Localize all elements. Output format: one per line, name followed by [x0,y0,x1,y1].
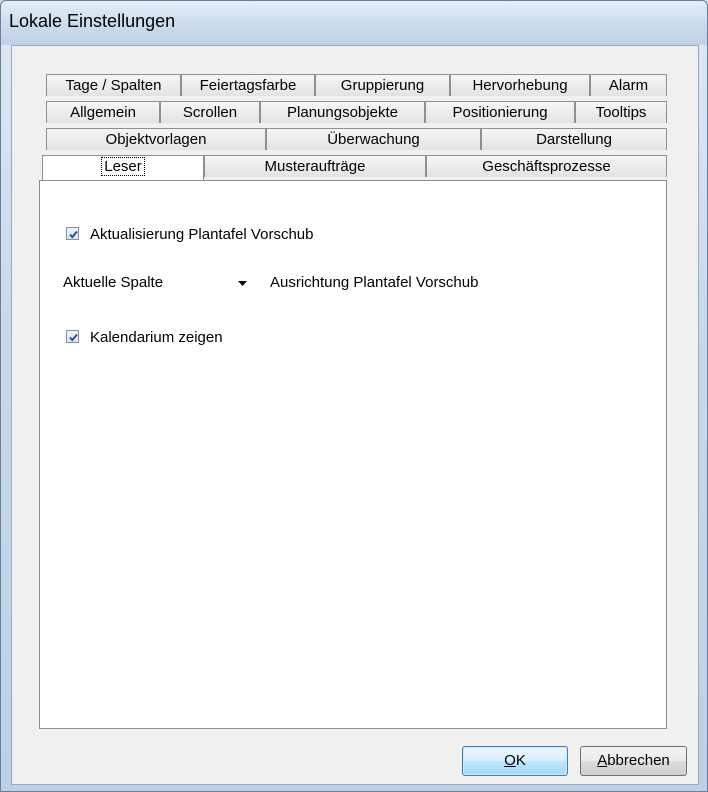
tab-gruppierung[interactable]: Gruppierung [315,74,450,96]
tab-leser[interactable]: Leser [42,155,204,180]
refresh-checkbox-label[interactable]: Aktualisierung Plantafel Vorschub [90,226,313,243]
tab-tage-spalten[interactable]: Tage / Spalten [46,74,181,96]
tab-darstellung[interactable]: Darstellung [481,128,667,150]
chevron-down-icon [238,281,247,286]
tab-panel-leser [39,180,667,729]
tab-planungsobjekte[interactable]: Planungsobjekte [260,101,425,123]
alignment-dropdown-value: Aktuelle Spalte [63,274,164,291]
tab-musterauftraege[interactable]: Musteraufträge [204,155,426,177]
tab-ueberwachung[interactable]: Überwachung [266,128,481,150]
tab-hervorhebung[interactable]: Hervorhebung [450,74,590,96]
refresh-checkbox[interactable] [66,227,79,240]
title-bar[interactable]: Lokale Einstellungen [1,1,707,45]
tab-scrollen[interactable]: Scrollen [160,101,260,123]
checkmark-icon [69,333,78,342]
ok-button[interactable]: OK [462,746,568,776]
tab-positionierung[interactable]: Positionierung [425,101,575,123]
alignment-label: Ausrichtung Plantafel Vorschub [270,274,479,291]
tab-objektvorlagen[interactable]: Objektvorlagen [46,128,266,150]
tab-feiertagsfarbe[interactable]: Feiertagsfarbe [181,74,315,96]
window-title: Lokale Einstellungen [9,11,176,31]
tab-alarm[interactable]: Alarm [590,74,667,96]
tab-tooltips[interactable]: Tooltips [575,101,667,123]
cancel-button[interactable]: Abbrechen [580,746,687,776]
alignment-dropdown[interactable]: Aktuelle Spalte [58,271,258,295]
tab-allgemein[interactable]: Allgemein [46,101,160,123]
tab-geschaeftsprozesse[interactable]: Geschäftsprozesse [426,155,667,177]
checkmark-icon [69,230,78,239]
calendar-checkbox-label[interactable]: Kalendarium zeigen [90,329,223,346]
calendar-checkbox[interactable] [66,330,79,343]
